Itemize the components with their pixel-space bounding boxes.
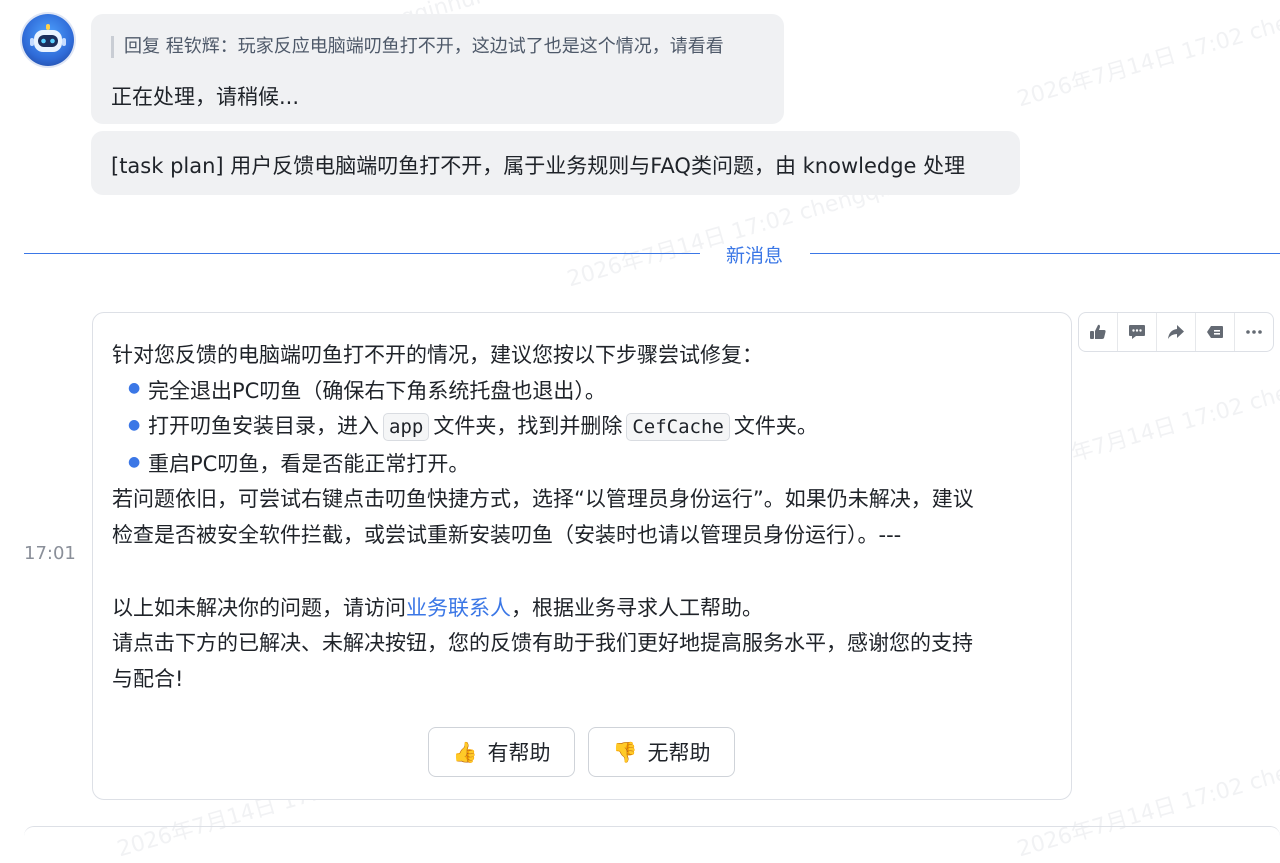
tag-action-button[interactable] (1196, 313, 1235, 351)
forward-action-button[interactable] (1157, 313, 1196, 351)
more-action-button[interactable] (1235, 313, 1273, 351)
step-2-part-b: 文件夹，找到并删除 (433, 414, 623, 438)
thumbs-down-emoji-icon: 👎 (612, 740, 638, 764)
step-1-text: 完全退出PC叨鱼（确保右下角系统托盘也退出）。 (148, 379, 606, 403)
like-action-button[interactable] (1079, 313, 1118, 351)
code-app: app (383, 413, 430, 441)
unhelpful-label: 无帮助 (647, 741, 711, 765)
step-2-text: 打开叨鱼安装目录，进入 app 文件夹，找到并删除 CefCache 文件夹。 (148, 410, 818, 441)
bullet-dot: ● (128, 417, 141, 433)
divider-left (24, 253, 700, 254)
helpful-label: 有帮助 (487, 741, 551, 765)
business-contact-link[interactable]: 业务联系人 (406, 596, 511, 620)
message-action-bar (1078, 312, 1274, 352)
paragraph-2-part-a: 以上如未解决你的问题，请访问 (112, 596, 406, 620)
step-3-text: 重启PC叨鱼，看是否能正常打开。 (148, 452, 470, 476)
helpful-button[interactable]: 👍 有帮助 (428, 727, 575, 777)
robot-icon (30, 24, 66, 52)
watermark: 2026年7月14日 17:02 chengqinhui (1014, 0, 1280, 113)
divider-right (810, 253, 1280, 254)
paragraph-2: 以上如未解决你的问题，请访问业务联系人，根据业务寻求人工帮助。 (112, 592, 763, 622)
comment-icon (1129, 325, 1145, 339)
paragraph-3-line-2: 与配合! (112, 667, 184, 691)
code-cefcache: CefCache (626, 413, 730, 441)
thumbs-up-emoji-icon: 👍 (452, 740, 478, 764)
forward-icon (1168, 325, 1184, 339)
paragraph-1-line-1: 若问题依旧，可尝试右键点击叨鱼快捷方式，选择“以管理员身份运行”。如果仍未解决，… (112, 487, 974, 511)
bullet-dot: ● (128, 380, 141, 396)
reply-prefix: 回复 (124, 36, 160, 57)
processing-text: 正在处理，请稍候... (111, 85, 300, 109)
step-2-part-c: 文件夹。 (733, 414, 818, 438)
bot-avatar[interactable] (22, 14, 74, 66)
reply-quote: 回复 程钦辉：玩家反应电脑端叨鱼打不开，这边试了也是这个情况，请看看 (111, 36, 724, 58)
new-message-divider-label: 新消息 (726, 245, 784, 267)
tag-icon (1207, 326, 1223, 338)
step-2-part-a: 打开叨鱼安装目录，进入 (148, 414, 379, 438)
more-icon (1246, 330, 1262, 334)
paragraph-3-line-1: 请点击下方的已解决、未解决按钮，您的反馈有助于我们更好地提高服务水平，感谢您的支… (112, 631, 973, 655)
bullet-dot: ● (128, 454, 141, 470)
message-time: 17:01 (24, 543, 76, 564)
reply-quote-text: 程钦辉：玩家反应电脑端叨鱼打不开，这边试了也是这个情况，请看看 (165, 36, 724, 57)
unhelpful-button[interactable]: 👎 无帮助 (588, 727, 735, 777)
comment-action-button[interactable] (1118, 313, 1157, 351)
thumbs-up-icon (1090, 324, 1106, 339)
paragraph-2-part-b: ，根据业务寻求人工帮助。 (511, 596, 763, 620)
task-plan-text: [task plan] 用户反馈电脑端叨鱼打不开，属于业务规则与FAQ类问题，由… (111, 154, 966, 178)
paragraph-1-line-2: 检查是否被安全软件拦截，或尝试重新安装叨鱼（安装时也请以管理员身份运行）。--- (112, 523, 902, 547)
intro-text: 针对您反馈的电脑端叨鱼打不开的情况，建议您按以下步骤尝试修复： (112, 343, 763, 367)
